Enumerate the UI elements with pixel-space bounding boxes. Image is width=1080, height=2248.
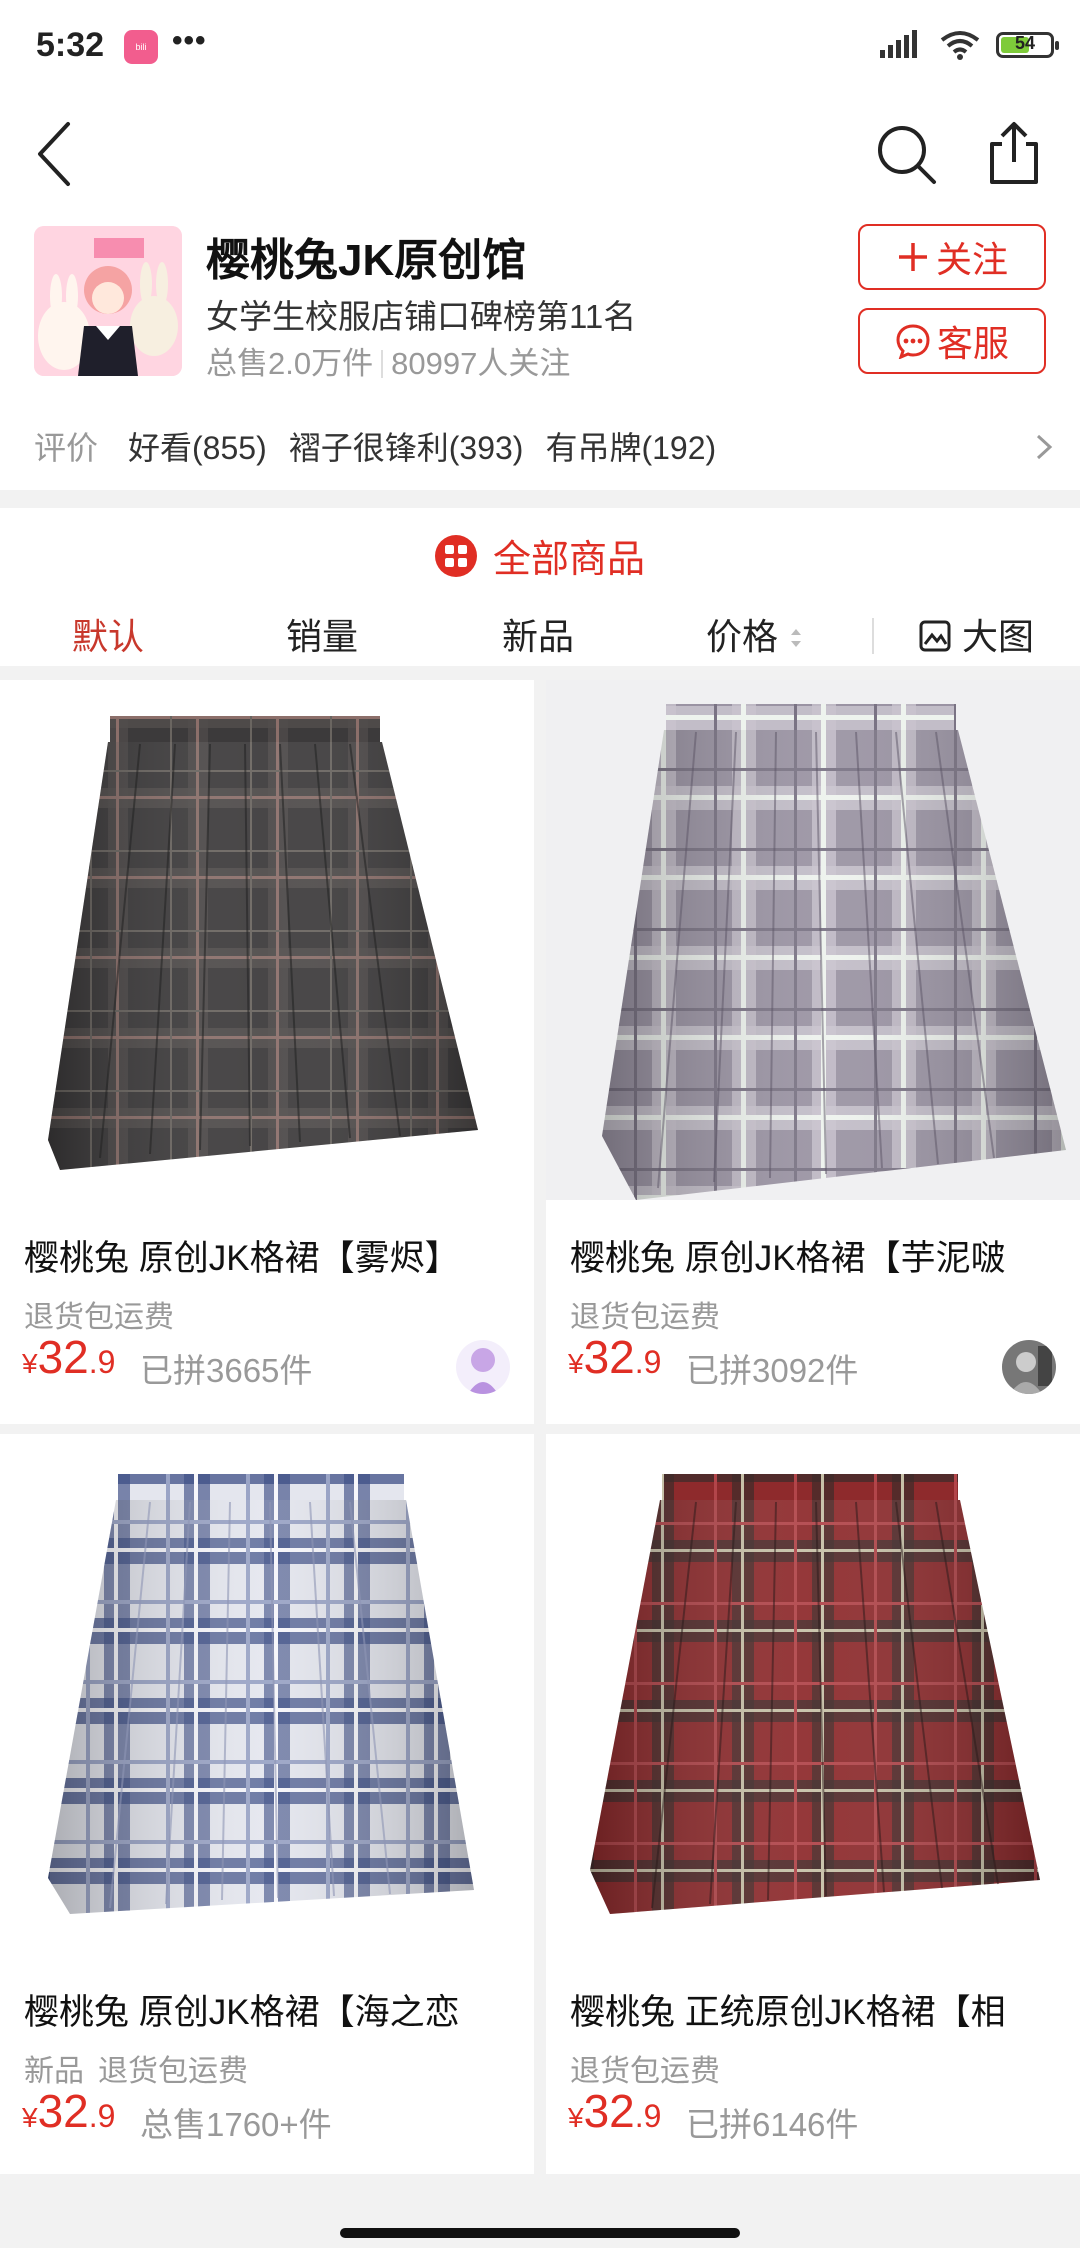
product-tag: 退货包运费 bbox=[98, 2055, 248, 2088]
divider bbox=[872, 618, 874, 654]
product-card[interactable]: 樱桃兔 正统原创JK格裙【相 退货包运费 ¥32.9 已拼6146件 bbox=[546, 1434, 1080, 2174]
buyer-avatar bbox=[1002, 1340, 1056, 1394]
product-sales: 总售1760+件 bbox=[140, 2106, 332, 2143]
shop-followers: 80997人关注 bbox=[391, 346, 571, 381]
signal-icon bbox=[880, 30, 917, 58]
sort-price-label: 价格 bbox=[706, 616, 779, 657]
battery-level: 54 bbox=[1014, 33, 1036, 53]
search-icon[interactable] bbox=[874, 122, 938, 186]
shop-header: 樱桃兔JK原创馆 女学生校服店铺口碑榜第11名 总售2.0万件 80997人关注 … bbox=[0, 210, 1080, 490]
product-card[interactable]: 樱桃兔 原创JK格裙【雾烬】 退货包运费 ¥32.9 已拼3665件 bbox=[0, 680, 534, 1424]
price-decimal: .9 bbox=[88, 2098, 116, 2134]
chevron-left-icon[interactable] bbox=[30, 118, 80, 190]
product-price: ¥32.9 bbox=[22, 2084, 115, 2138]
follow-button[interactable]: 关注 bbox=[858, 224, 1046, 290]
chat-icon bbox=[896, 324, 930, 359]
shop-name[interactable]: 樱桃兔JK原创馆 bbox=[206, 224, 526, 288]
status-bar: 5:32 bili ••• 54 bbox=[0, 0, 1080, 100]
product-card[interactable]: 樱桃兔 原创JK格裙【海之恋 新品 退货包运费 ¥32.9 总售1760+件 bbox=[0, 1434, 534, 2174]
product-title[interactable]: 樱桃兔 原创JK格裙【芋泥啵 bbox=[570, 1230, 1070, 1281]
review-tag[interactable]: 褶子很锋利(393) bbox=[289, 423, 524, 469]
review-tag[interactable]: 有吊牌(192) bbox=[545, 423, 716, 469]
price-decimal: .9 bbox=[634, 1344, 662, 1380]
product-price: ¥32.9 bbox=[568, 1330, 661, 1384]
buyer-avatar bbox=[456, 1340, 510, 1394]
product-image[interactable] bbox=[0, 680, 534, 1200]
reviews-label: 评价 bbox=[34, 430, 99, 466]
chevron-right-icon[interactable] bbox=[1034, 432, 1054, 462]
status-more-icon: ••• bbox=[172, 24, 207, 57]
product-title[interactable]: 樱桃兔 原创JK格裙【海之恋 bbox=[24, 1984, 524, 2035]
customer-service-button[interactable]: 客服 bbox=[858, 308, 1046, 374]
sort-default[interactable]: 默认 bbox=[72, 608, 144, 660]
price-integer: 32 bbox=[37, 2085, 89, 2137]
price-currency: ¥ bbox=[22, 1348, 38, 1379]
nav-bar bbox=[0, 100, 1080, 210]
product-image[interactable] bbox=[546, 680, 1080, 1200]
review-tag[interactable]: 好看(855) bbox=[128, 423, 267, 469]
product-title[interactable]: 樱桃兔 原创JK格裙【雾烬】 bbox=[24, 1230, 524, 1281]
product-card[interactable]: 樱桃兔 原创JK格裙【芋泥啵 退货包运费 ¥32.9 已拼3092件 bbox=[546, 680, 1080, 1424]
price-integer: 32 bbox=[583, 2085, 635, 2137]
plus-icon bbox=[898, 243, 927, 271]
price-decimal: .9 bbox=[634, 2098, 662, 2134]
shop-rank[interactable]: 女学生校服店铺口碑榜第11名 bbox=[206, 290, 636, 338]
product-image[interactable] bbox=[0, 1434, 534, 1954]
share-icon[interactable] bbox=[984, 118, 1044, 188]
product-sales: 已拼6146件 bbox=[686, 2106, 859, 2143]
price-integer: 32 bbox=[583, 1331, 635, 1383]
price-currency: ¥ bbox=[568, 2102, 584, 2133]
sort-new[interactable]: 新品 bbox=[502, 608, 574, 660]
price-integer: 32 bbox=[37, 1331, 89, 1383]
service-label: 客服 bbox=[936, 323, 1009, 364]
wifi-icon bbox=[940, 31, 980, 60]
bilibili-app-icon: bili bbox=[124, 30, 158, 64]
price-currency: ¥ bbox=[568, 1348, 584, 1379]
home-indicator[interactable] bbox=[340, 2228, 740, 2238]
status-time: 5:32 bbox=[36, 26, 105, 64]
grid-icon bbox=[434, 534, 477, 577]
sort-large-view[interactable]: 大图 bbox=[918, 608, 1034, 660]
review-tags-row[interactable]: 评价 好看(855) 褶子很锋利(393) 有吊牌(192) bbox=[34, 416, 1080, 476]
divider bbox=[381, 350, 384, 378]
section-title: 全部商品 bbox=[0, 528, 1080, 583]
product-price: ¥32.9 bbox=[22, 1330, 115, 1384]
shop-logo[interactable] bbox=[34, 226, 182, 376]
status-indicators: 54 bbox=[880, 30, 1059, 60]
price-decimal: .9 bbox=[88, 1344, 116, 1380]
image-view-icon bbox=[919, 620, 951, 652]
product-sales: 已拼3092件 bbox=[686, 1352, 859, 1389]
all-products-section: 全部商品 默认 销量 新品 价格 大图 bbox=[0, 508, 1080, 666]
sort-sales[interactable]: 销量 bbox=[286, 608, 358, 660]
product-title[interactable]: 樱桃兔 正统原创JK格裙【相 bbox=[570, 1984, 1070, 2035]
shop-sales: 总售2.0万件 bbox=[206, 346, 374, 381]
section-title-text: 全部商品 bbox=[492, 539, 645, 581]
battery-icon: 54 bbox=[996, 32, 1059, 58]
sort-large-view-label: 大图 bbox=[962, 616, 1035, 657]
sort-bar: 默认 销量 新品 价格 大图 bbox=[0, 608, 1080, 664]
product-sales: 已拼3665件 bbox=[140, 1352, 313, 1389]
product-image[interactable] bbox=[546, 1434, 1080, 1954]
price-currency: ¥ bbox=[22, 2102, 38, 2133]
product-price: ¥32.9 bbox=[568, 2084, 661, 2138]
sort-price[interactable]: 价格 bbox=[706, 608, 804, 660]
follow-label: 关注 bbox=[935, 239, 1008, 280]
shop-stats: 总售2.0万件 80997人关注 bbox=[206, 338, 570, 383]
sort-arrows-icon bbox=[791, 629, 802, 647]
